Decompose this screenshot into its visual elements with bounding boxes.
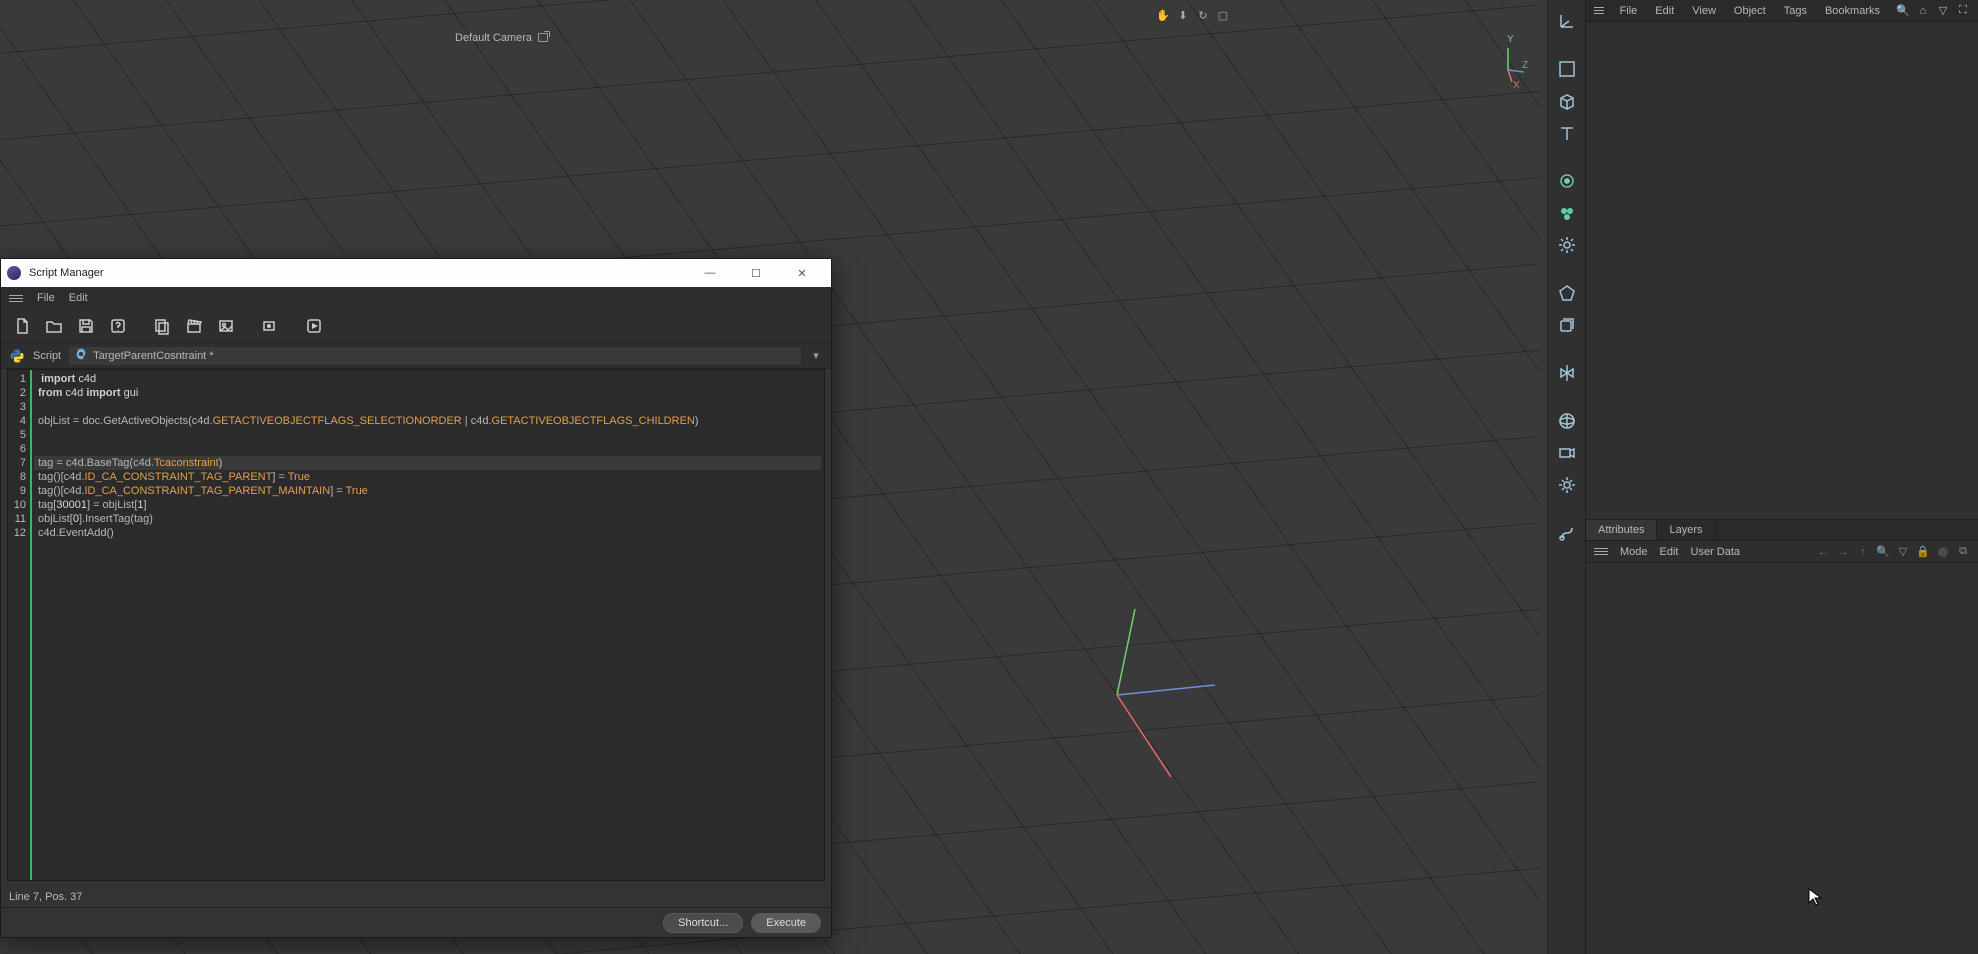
axis-orientation-widget[interactable]: Y Z X (1490, 34, 1530, 74)
cube-tool-icon[interactable] (1552, 86, 1582, 116)
window-titlebar[interactable]: Script Manager — ☐ ✕ (1, 259, 831, 287)
menu-edit[interactable]: Edit (69, 292, 88, 304)
attribute-tabs: Attributes Layers (1586, 519, 1978, 541)
transform-tool-icon[interactable] (1552, 310, 1582, 340)
status-bar: Line 7, Pos. 37 (9, 887, 823, 907)
filter-icon[interactable]: ▽ (1896, 545, 1910, 559)
light-tool-icon[interactable] (1552, 470, 1582, 500)
menu-edit[interactable]: Edit (1653, 5, 1676, 17)
object-manager-body[interactable] (1586, 22, 1978, 954)
hamburger-icon[interactable] (1594, 7, 1604, 14)
target-icon[interactable]: ◎ (1936, 545, 1950, 559)
hamburger-icon[interactable] (1594, 548, 1608, 555)
line-number-gutter: 123456789101112 (8, 370, 32, 880)
maximize-icon[interactable]: ⛶ (1956, 4, 1970, 18)
settings-tool-icon[interactable] (1552, 230, 1582, 260)
maximize-button[interactable]: ☐ (733, 259, 779, 287)
attr-mode[interactable]: Mode (1620, 546, 1648, 558)
menu-view[interactable]: View (1690, 5, 1718, 17)
copy-icon[interactable] (149, 313, 175, 339)
clapper-icon[interactable] (181, 313, 207, 339)
rectangle-tool-icon[interactable] (1552, 54, 1582, 84)
text-tool-icon[interactable] (1552, 118, 1582, 148)
new-file-icon[interactable] (9, 313, 35, 339)
shortcut-button[interactable]: Shortcut... (663, 913, 743, 933)
nav-back-icon[interactable]: ← (1816, 545, 1830, 559)
polygon-tool-icon[interactable] (1552, 278, 1582, 308)
axis-z-label: Z (1522, 60, 1528, 71)
search-icon[interactable]: 🔍 (1896, 4, 1910, 18)
app-icon (7, 266, 21, 280)
script-toolbar (1, 309, 831, 343)
gear-icon (75, 348, 87, 363)
axis-x-label: X (1513, 80, 1520, 91)
popout-icon[interactable]: ⧉ (1956, 545, 1970, 559)
script-name-dropdown[interactable]: TargetParentCosntraint * (69, 347, 801, 365)
save-icon[interactable] (73, 313, 99, 339)
script-manager-menubar: File Edit (1, 287, 831, 309)
viewport-nav-icons: ✋ ⬇ ↻ ▢ (1156, 8, 1230, 22)
tool-axis-icon[interactable] (1552, 6, 1582, 36)
menu-object[interactable]: Object (1732, 5, 1768, 17)
lock-icon[interactable]: 🔒 (1916, 545, 1930, 559)
attr-edit[interactable]: Edit (1660, 546, 1679, 558)
home-icon[interactable]: ⌂ (1916, 4, 1930, 18)
viewport-camera-label[interactable]: Default Camera (455, 30, 548, 44)
camera-name-text: Default Camera (455, 32, 532, 44)
open-folder-icon[interactable] (41, 313, 67, 339)
search-icon[interactable]: 🔍 (1876, 545, 1890, 559)
minimize-button[interactable]: — (687, 259, 733, 287)
image-icon[interactable] (213, 313, 239, 339)
script-selector-bar: Script TargetParentCosntraint * ▾ (1, 343, 831, 369)
cloner-tool-icon[interactable] (1552, 198, 1582, 228)
menu-file[interactable]: File (37, 292, 55, 304)
frame-icon[interactable]: ▢ (1216, 8, 1230, 22)
run-icon[interactable] (301, 313, 327, 339)
selection-tool-icon[interactable] (1552, 166, 1582, 196)
object-manager-menubar: File Edit View Object Tags Bookmarks 🔍 ⌂… (1586, 0, 1978, 22)
nav-forward-icon[interactable]: → (1836, 545, 1850, 559)
help-icon[interactable] (105, 313, 131, 339)
mirror-tool-icon[interactable] (1552, 358, 1582, 388)
nav-up-icon[interactable]: ↑ (1856, 545, 1870, 559)
menu-bookmarks[interactable]: Bookmarks (1823, 5, 1882, 17)
code-editor[interactable]: 123456789101112 import c4dfrom c4d impor… (7, 369, 825, 881)
chevron-down-icon[interactable]: ▾ (809, 349, 823, 362)
attribute-toolbar: Mode Edit User Data ← → ↑ 🔍 ▽ 🔒 ◎ ⧉ (1586, 541, 1978, 563)
attr-user-data[interactable]: User Data (1691, 546, 1741, 558)
world-origin-axes (1085, 605, 1225, 785)
brush-tool-icon[interactable] (1552, 518, 1582, 548)
dolly-icon[interactable]: ⬇ (1176, 8, 1190, 22)
axis-y-label: Y (1507, 34, 1514, 45)
pan-icon[interactable]: ✋ (1156, 8, 1170, 22)
tab-attributes[interactable]: Attributes (1586, 520, 1657, 540)
globe-tool-icon[interactable] (1552, 406, 1582, 436)
python-icon (9, 348, 25, 364)
script-name-text: TargetParentCosntraint * (93, 350, 213, 362)
close-button[interactable]: ✕ (779, 259, 825, 287)
right-panel: File Edit View Object Tags Bookmarks 🔍 ⌂… (1585, 0, 1978, 954)
window-title: Script Manager (29, 267, 687, 279)
record-icon[interactable] (257, 313, 283, 339)
script-manager-window: Script Manager — ☐ ✕ File Edit Script Ta… (0, 258, 832, 938)
camera-tool-icon[interactable] (1552, 438, 1582, 468)
execute-button[interactable]: Execute (751, 913, 821, 933)
script-label: Script (33, 350, 61, 362)
cursor-position-text: Line 7, Pos. 37 (9, 891, 82, 903)
menu-tags[interactable]: Tags (1782, 5, 1809, 17)
filter-icon[interactable]: ▽ (1936, 4, 1950, 18)
tab-layers[interactable]: Layers (1657, 520, 1715, 540)
hamburger-icon[interactable] (9, 295, 23, 302)
orbit-icon[interactable]: ↻ (1196, 8, 1210, 22)
vertical-tool-strip (1547, 0, 1585, 954)
camera-dropdown-icon[interactable] (538, 33, 548, 42)
code-content[interactable]: import c4dfrom c4d import gui objList = … (34, 370, 824, 880)
script-footer: Shortcut... Execute (1, 907, 831, 937)
menu-file[interactable]: File (1618, 5, 1640, 17)
